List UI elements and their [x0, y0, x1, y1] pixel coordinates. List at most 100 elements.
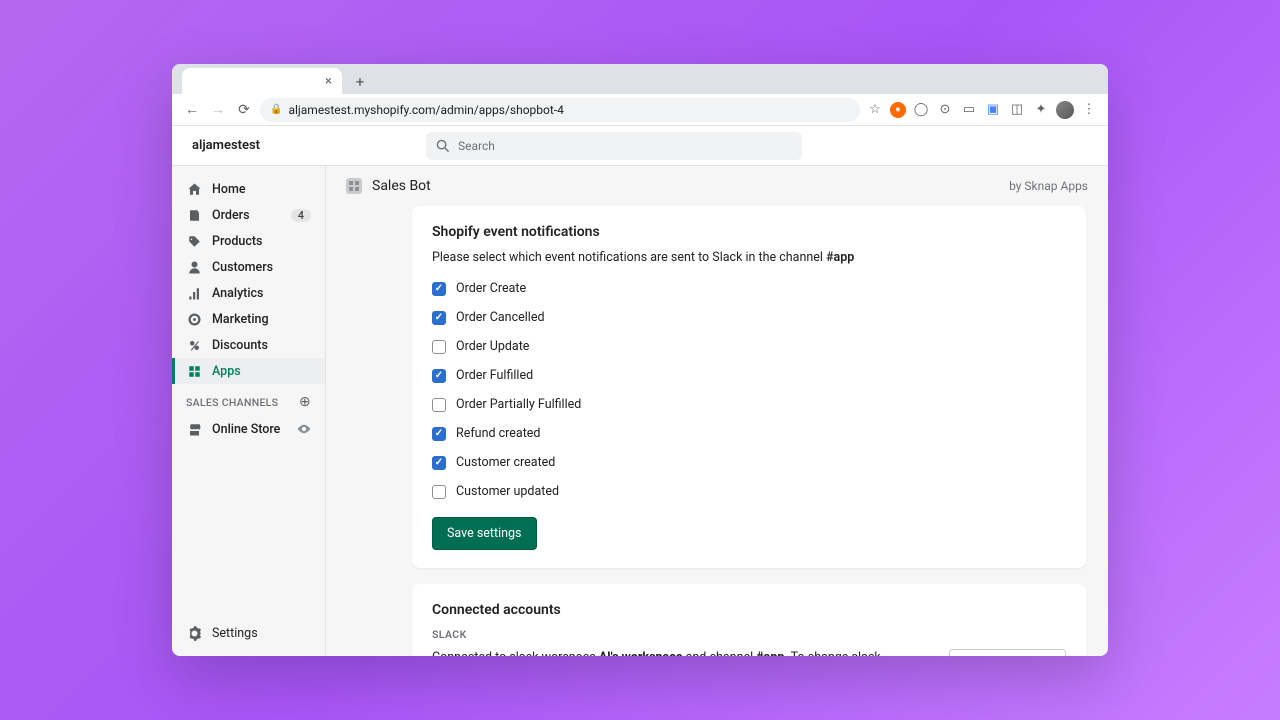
analytics-icon: [186, 285, 202, 301]
add-channel-icon[interactable]: ⊕: [299, 394, 311, 410]
checkbox-label: Order Fulfilled: [456, 368, 533, 383]
lock-icon: 🔒: [270, 104, 282, 115]
menu-icon[interactable]: ⋮: [1080, 101, 1098, 119]
profile-avatar[interactable]: [1056, 101, 1074, 119]
ext-icon-6[interactable]: ◫: [1008, 101, 1026, 119]
store-icon: [186, 421, 202, 437]
checkbox[interactable]: [432, 427, 446, 441]
search-icon: [436, 139, 450, 153]
app-body: Home Orders 4 Products Customers Analytics Mar…: [172, 166, 1108, 656]
new-tab-button[interactable]: +: [348, 70, 372, 94]
customers-icon: [186, 259, 202, 275]
ext-icon-4[interactable]: ▭: [960, 101, 978, 119]
nav-label: Customers: [212, 260, 273, 275]
url-field[interactable]: 🔒 aljamestest.myshopify.com/admin/apps/s…: [260, 98, 860, 122]
apps-icon: [186, 363, 202, 379]
checkbox[interactable]: [432, 369, 446, 383]
sidebar-item-products[interactable]: Products: [172, 228, 325, 254]
search-input[interactable]: Search: [426, 132, 802, 160]
checkbox[interactable]: [432, 282, 446, 296]
nav-label: Online Store: [212, 422, 280, 437]
page-title: Sales Bot: [372, 178, 431, 194]
checkbox-row: Order Fulfilled: [432, 368, 1066, 383]
products-icon: [186, 233, 202, 249]
sidebar-item-home[interactable]: Home: [172, 176, 325, 202]
orders-icon: [186, 207, 202, 223]
nav-label: Discounts: [212, 338, 268, 353]
checkbox[interactable]: [432, 311, 446, 325]
ext-icon-2[interactable]: ◯: [912, 101, 930, 119]
sidebar: Home Orders 4 Products Customers Analytics Mar…: [172, 166, 326, 656]
home-icon: [186, 181, 202, 197]
checkbox-label: Customer created: [456, 455, 555, 470]
sidebar-item-discounts[interactable]: Discounts: [172, 332, 325, 358]
address-bar: ← → ⟳ 🔒 aljamestest.myshopify.com/admin/…: [172, 94, 1108, 126]
sidebar-item-analytics[interactable]: Analytics: [172, 280, 325, 306]
back-button[interactable]: ←: [182, 100, 202, 120]
checkbox-row: Order Create: [432, 281, 1066, 296]
badge: 4: [291, 209, 311, 222]
checkbox-row: Customer created: [432, 455, 1066, 470]
connected-accounts-card: Connected accounts SLACK Connected to sl…: [412, 584, 1086, 656]
slack-subheading: SLACK: [432, 628, 1066, 641]
checkbox-label: Order Create: [456, 281, 526, 296]
url-text: aljamestest.myshopify.com/admin/apps/sho…: [288, 103, 563, 117]
nav-label: Marketing: [212, 312, 269, 327]
app-icon: [346, 178, 362, 194]
checkbox[interactable]: [432, 340, 446, 354]
nav-label: Home: [212, 182, 246, 197]
star-icon[interactable]: ☆: [866, 101, 884, 119]
forward-button[interactable]: →: [208, 100, 228, 120]
sales-channels-heading: SALES CHANNELS ⊕: [172, 384, 325, 416]
by-text: by Sknap Apps: [1009, 179, 1088, 193]
nav-label: Products: [212, 234, 262, 249]
sidebar-item-customers[interactable]: Customers: [172, 254, 325, 280]
nav-label: Apps: [212, 364, 241, 379]
tab-close-icon[interactable]: ×: [325, 74, 332, 89]
checkbox-row: Order Update: [432, 339, 1066, 354]
eye-icon[interactable]: [297, 422, 311, 436]
checkbox-label: Order Partially Fulfilled: [456, 397, 581, 412]
sidebar-item-settings[interactable]: Settings: [172, 620, 325, 646]
sidebar-item-apps[interactable]: Apps: [172, 358, 325, 384]
notifications-title: Shopify event notifications: [432, 224, 1066, 240]
extensions-icon[interactable]: ✦: [1032, 101, 1050, 119]
ext-icon-3[interactable]: ⊙: [936, 101, 954, 119]
browser-window: × + ← → ⟳ 🔒 aljamestest.myshopify.com/ad…: [172, 64, 1108, 656]
checkbox[interactable]: [432, 398, 446, 412]
sidebar-item-marketing[interactable]: Marketing: [172, 306, 325, 332]
notifications-desc: Please select which event notifications …: [432, 250, 1066, 265]
discounts-icon: [186, 337, 202, 353]
checkbox-label: Order Update: [456, 339, 529, 354]
checkbox-label: Refund created: [456, 426, 540, 441]
connected-title: Connected accounts: [432, 602, 1066, 618]
checkbox-row: Order Cancelled: [432, 310, 1066, 325]
store-name: aljamestest: [192, 138, 260, 153]
checkbox-row: Order Partially Fulfilled: [432, 397, 1066, 412]
gear-icon: [186, 625, 202, 641]
marketing-icon: [186, 311, 202, 327]
notifications-card: Shopify event notifications Please selec…: [412, 206, 1086, 568]
nav-label: Analytics: [212, 286, 264, 301]
sidebar-item-online-store[interactable]: Online Store: [172, 416, 325, 442]
checkbox-row: Customer updated: [432, 484, 1066, 499]
checkbox-label: Order Cancelled: [456, 310, 545, 325]
app-header: aljamestest Search: [172, 126, 1108, 166]
settings-label: Settings: [212, 626, 258, 641]
ext-icon-1[interactable]: ●: [890, 102, 906, 118]
toolbar-icons: ☆ ● ◯ ⊙ ▭ ▣ ◫ ✦ ⋮: [866, 101, 1098, 119]
browser-tab[interactable]: ×: [182, 68, 342, 94]
checkbox[interactable]: [432, 485, 446, 499]
save-settings-button[interactable]: Save settings: [432, 517, 537, 550]
checkbox-row: Refund created: [432, 426, 1066, 441]
reload-button[interactable]: ⟳: [234, 100, 254, 120]
checkbox-label: Customer updated: [456, 484, 559, 499]
page-header: Sales Bot by Sknap Apps: [326, 166, 1108, 206]
main-content: Sales Bot by Sknap Apps Shopify event no…: [326, 166, 1108, 656]
tab-bar: × +: [172, 64, 1108, 94]
sidebar-item-orders[interactable]: Orders 4: [172, 202, 325, 228]
checkbox[interactable]: [432, 456, 446, 470]
nav-label: Orders: [212, 208, 250, 223]
ext-icon-5[interactable]: ▣: [984, 101, 1002, 119]
add-to-slack-button[interactable]: Add to Slack: [949, 649, 1066, 656]
